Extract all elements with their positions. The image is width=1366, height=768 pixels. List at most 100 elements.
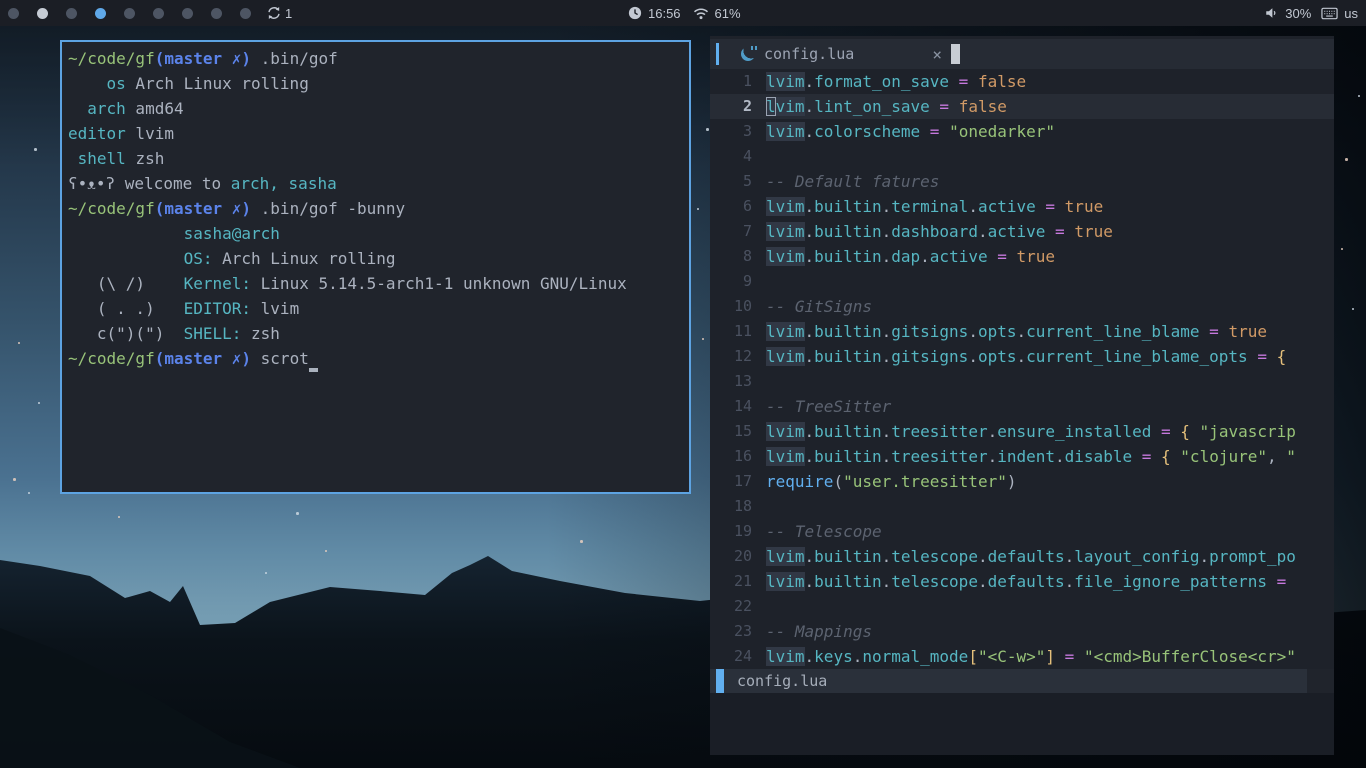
code-line[interactable]: 17require("user.treesitter"): [710, 469, 1334, 494]
code-line-current[interactable]: 2lvim.lint_on_save = false: [710, 94, 1334, 119]
code-line[interactable]: 13: [710, 369, 1334, 394]
terminal-line: ~/code/gf(master ✗) .bin/gof -bunny: [68, 196, 683, 221]
workspace-dot-inactive[interactable]: [124, 8, 135, 19]
code-line[interactable]: 18: [710, 494, 1334, 519]
volume-keyboard-module[interactable]: 30% us: [1264, 6, 1358, 21]
workspace-dot-occupied[interactable]: [37, 8, 48, 19]
code-text: [766, 144, 1334, 169]
workspace-dot-focused[interactable]: [95, 8, 106, 19]
code-text: lvim.builtin.gitsigns.opts.current_line_…: [766, 344, 1334, 369]
star: [28, 492, 30, 494]
tab-filename[interactable]: config.lua: [764, 45, 854, 63]
code-line[interactable]: 12lvim.builtin.gitsigns.opts.current_lin…: [710, 344, 1334, 369]
code-line[interactable]: 16lvim.builtin.treesitter.indent.disable…: [710, 444, 1334, 469]
lua-file-icon: [741, 47, 755, 61]
code-text: [766, 494, 1334, 519]
terminal-line: (\ /) Kernel: Linux 5.14.5-arch1-1 unkno…: [68, 271, 683, 296]
keyboard-layout: us: [1344, 6, 1358, 21]
code-line[interactable]: 15lvim.builtin.treesitter.ensure_install…: [710, 419, 1334, 444]
layout-module[interactable]: 1: [267, 6, 292, 21]
wifi-percent: 61%: [715, 6, 741, 21]
star: [13, 478, 16, 481]
code-text: lvim.keys.normal_mode["<C-w>"] = "<cmd>B…: [766, 644, 1334, 669]
star: [1358, 95, 1360, 97]
line-number: 12: [710, 344, 766, 369]
editor-bottom-padding: [710, 693, 1334, 755]
code-line[interactable]: 8lvim.builtin.dap.active = true: [710, 244, 1334, 269]
star: [706, 128, 709, 131]
line-number: 7: [710, 219, 766, 244]
code-line[interactable]: 21lvim.builtin.telescope.defaults.file_i…: [710, 569, 1334, 594]
line-number: 3: [710, 119, 766, 144]
workspace-dot-inactive[interactable]: [211, 8, 222, 19]
code-text: lvim.builtin.dap.active = true: [766, 244, 1334, 269]
code-line[interactable]: 10-- GitSigns: [710, 294, 1334, 319]
code-line[interactable]: 19-- Telescope: [710, 519, 1334, 544]
terminal-line: sasha@arch: [68, 221, 683, 246]
code-text: lvim.builtin.terminal.active = true: [766, 194, 1334, 219]
star: [38, 402, 40, 404]
code-line[interactable]: 6lvim.builtin.terminal.active = true: [710, 194, 1334, 219]
star: [265, 572, 267, 574]
code-line[interactable]: 1lvim.format_on_save = false: [710, 69, 1334, 94]
line-number: 13: [710, 369, 766, 394]
star: [18, 342, 20, 344]
clock-time: 16:56: [648, 6, 681, 21]
statusline[interactable]: config.lua __: [710, 669, 1334, 693]
line-number: 15: [710, 419, 766, 444]
code-text: [766, 269, 1334, 294]
line-number: 11: [710, 319, 766, 344]
code-text: -- TreeSitter: [766, 394, 1334, 419]
editor-tabline: config.lua ×: [710, 39, 1334, 69]
code-line[interactable]: 22: [710, 594, 1334, 619]
workspace-dot-inactive[interactable]: [182, 8, 193, 19]
code-text: require("user.treesitter"): [766, 469, 1334, 494]
line-number: 4: [710, 144, 766, 169]
terminal-line: os Arch Linux rolling: [68, 71, 683, 96]
code-line[interactable]: 23-- Mappings: [710, 619, 1334, 644]
star: [702, 338, 704, 340]
line-number: 21: [710, 569, 766, 594]
volume-percent: 30%: [1285, 6, 1311, 21]
code-text: lvim.builtin.treesitter.ensure_installed…: [766, 419, 1334, 444]
star: [697, 208, 699, 210]
code-text: -- Mappings: [766, 619, 1334, 644]
terminal-output: ~/code/gf(master ✗) .bin/gof os Arch Lin…: [68, 46, 683, 371]
terminal-line: shell zsh: [68, 146, 683, 171]
code-line[interactable]: 24lvim.keys.normal_mode["<C-w>"] = "<cmd…: [710, 644, 1334, 669]
active-tab-indicator: [716, 43, 719, 65]
terminal-line: ~/code/gf(master ✗) scrot_: [68, 346, 683, 371]
code-area: 1lvim.format_on_save = false2lvim.lint_o…: [710, 69, 1334, 669]
code-line[interactable]: 11lvim.builtin.gitsigns.opts.current_lin…: [710, 319, 1334, 344]
terminal-window[interactable]: ~/code/gf(master ✗) .bin/gof os Arch Lin…: [60, 40, 691, 494]
workspace-dot-inactive[interactable]: [153, 8, 164, 19]
editor-window[interactable]: config.lua × 1lvim.format_on_save = fals…: [710, 36, 1334, 755]
workspace-dot-inactive[interactable]: [240, 8, 251, 19]
workspace-dot-inactive[interactable]: [8, 8, 19, 19]
clock-icon: [628, 6, 642, 20]
line-number: 1: [710, 69, 766, 94]
code-line[interactable]: 5-- Default fatures: [710, 169, 1334, 194]
code-line[interactable]: 4: [710, 144, 1334, 169]
line-number: 18: [710, 494, 766, 519]
workspace-dot-inactive[interactable]: [66, 8, 77, 19]
code-line[interactable]: 14-- TreeSitter: [710, 394, 1334, 419]
line-number: 20: [710, 544, 766, 569]
terminal-line: ~/code/gf(master ✗) .bin/gof: [68, 46, 683, 71]
star: [325, 550, 327, 552]
terminal-line: editor lvim: [68, 121, 683, 146]
line-number: 22: [710, 594, 766, 619]
line-number: 6: [710, 194, 766, 219]
terminal-cursor-block: [951, 44, 960, 64]
status-bar: 1 16:56 61% 30% us: [0, 0, 1366, 26]
clock-wifi-module[interactable]: 16:56 61%: [628, 6, 741, 21]
code-line[interactable]: 20lvim.builtin.telescope.defaults.layout…: [710, 544, 1334, 569]
code-text: -- Telescope: [766, 519, 1334, 544]
code-line[interactable]: 9: [710, 269, 1334, 294]
code-text: lvim.lint_on_save = false: [766, 94, 1334, 119]
code-text: lvim.format_on_save = false: [766, 69, 1334, 94]
code-line[interactable]: 7lvim.builtin.dashboard.active = true: [710, 219, 1334, 244]
terminal-line: ʕ•ᴥ•ʔ welcome to arch, sasha: [68, 171, 683, 196]
code-line[interactable]: 3lvim.colorscheme = "onedarker": [710, 119, 1334, 144]
tab-close-icon[interactable]: ×: [932, 45, 942, 64]
